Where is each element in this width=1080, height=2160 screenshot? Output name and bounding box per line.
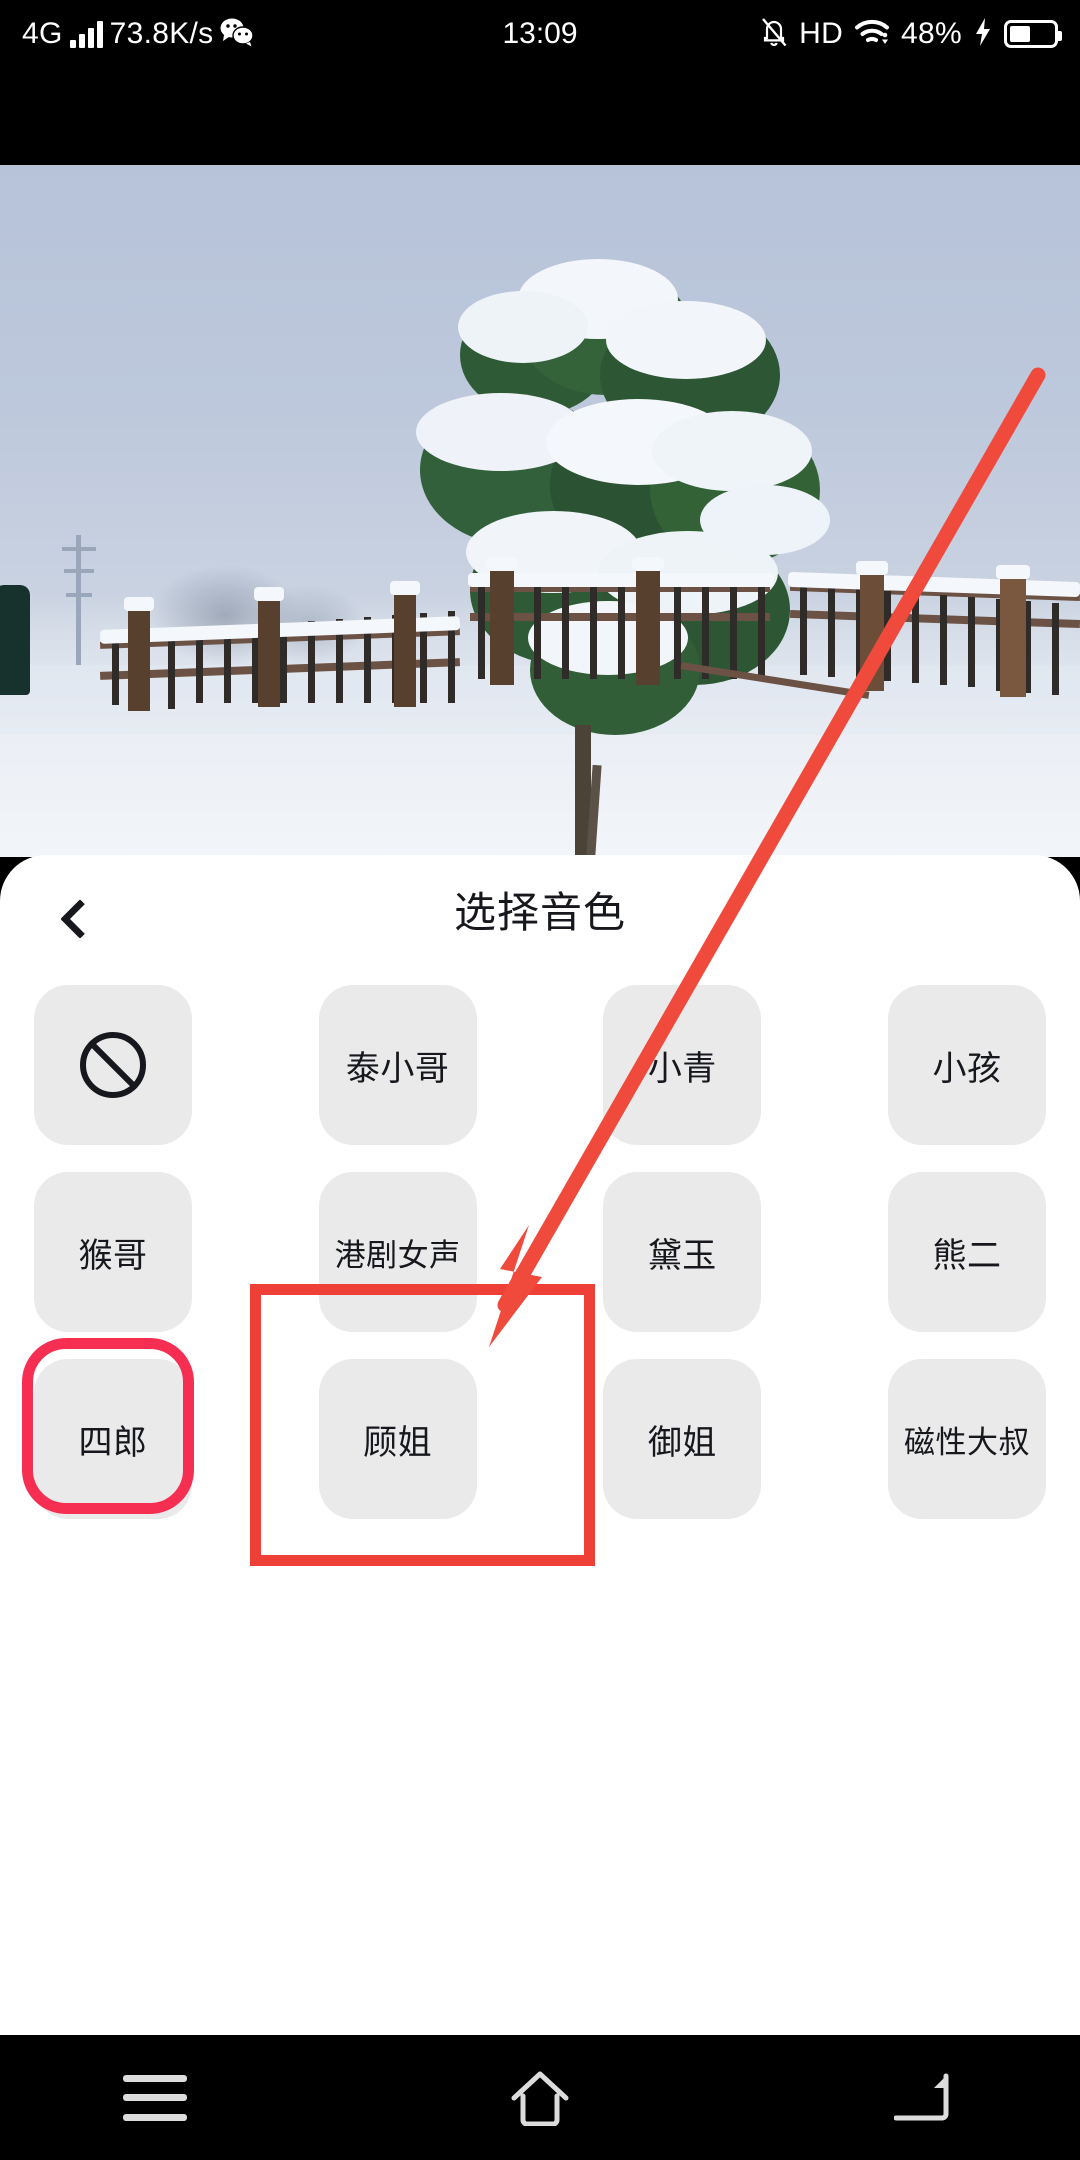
voice-tile-xiaohai[interactable]: 小孩 [887, 985, 1046, 1145]
nav-recent-apps-button[interactable] [55, 2035, 255, 2160]
voice-tile-xiaoqing[interactable]: 小青 [603, 985, 762, 1145]
voice-tile-daiyu[interactable]: 黛玉 [603, 1172, 762, 1332]
voice-tile-gangjunvsheng[interactable]: 港剧女声 [318, 1172, 477, 1332]
voice-row: 四郎 顾姐 御姐 磁性大叔 [0, 1359, 1080, 1519]
voice-row: 泰小哥 小青 小孩 [0, 985, 1080, 1145]
voice-tile-taixiaoge[interactable]: 泰小哥 [318, 985, 477, 1145]
voice-tile-none[interactable] [34, 985, 192, 1145]
voice-tile-gujie[interactable]: 顾姐 [318, 1359, 477, 1519]
lightning-bolt-icon [973, 17, 993, 52]
back-arrow-icon [894, 2073, 949, 2120]
video-preview-image[interactable] [0, 165, 1080, 857]
status-bar-right: HD 48% [760, 0, 1062, 68]
bell-muted-icon [760, 16, 788, 53]
voice-tile-silang[interactable]: 四郎 [34, 1359, 192, 1519]
nav-home-button[interactable] [440, 2035, 640, 2160]
voice-option-grid: 泰小哥 小青 小孩 猴哥 港剧女声 黛玉 熊二 四郎 顾姐 御姐 磁性大叔 [0, 985, 1080, 1546]
hd-label: HD [799, 17, 844, 50]
voice-tile-yujie[interactable]: 御姐 [603, 1359, 762, 1519]
page-title: 选择音色 [453, 889, 626, 936]
no-entry-icon [80, 1032, 146, 1098]
wifi-icon [854, 17, 890, 52]
wooden-fence [0, 165, 1080, 857]
voice-tile-cixingdashu[interactable]: 磁性大叔 [887, 1359, 1046, 1519]
clock-label: 13:09 [502, 17, 578, 50]
battery-icon [1004, 20, 1062, 48]
status-bar: 4G 73.8K/s 13:09 HD 48% [0, 0, 1080, 68]
nav-back-button[interactable] [825, 2035, 1025, 2160]
panel-header: 选择音色 [0, 855, 1080, 980]
menu-icon [123, 2074, 187, 2121]
voice-picker-panel: 选择音色 泰小哥 小青 小孩 猴哥 港剧女声 黛玉 熊二 四郎 顾姐 御姐 磁性… [0, 855, 1080, 2035]
voice-tile-xionger[interactable]: 熊二 [887, 1172, 1046, 1332]
phone-screen: 4G 73.8K/s 13:09 HD 48% 选择音色 泰小哥 小青 小孩 猴… [0, 0, 1080, 2160]
voice-row: 猴哥 港剧女声 黛玉 熊二 [0, 1172, 1080, 1332]
system-navigation-bar: 冬瓜安卓网 www.dgxcdz168.com [0, 2035, 1080, 2160]
home-icon [511, 2071, 569, 2126]
voice-tile-houge[interactable]: 猴哥 [34, 1172, 192, 1332]
battery-percent-label: 48% [901, 17, 962, 50]
